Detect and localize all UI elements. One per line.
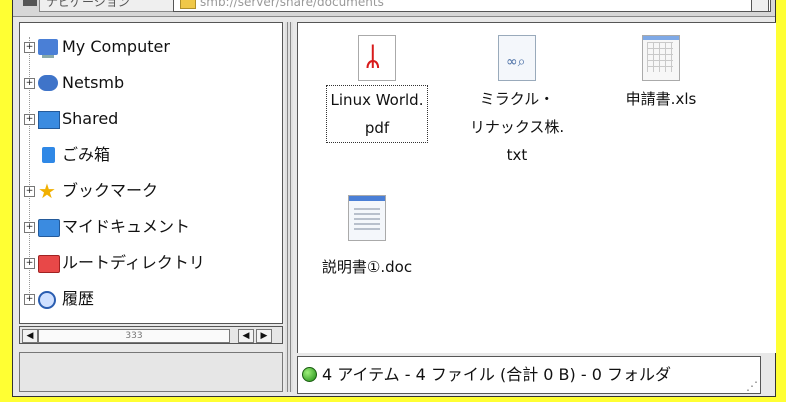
file-name-selected: Linux World. pdf	[325, 85, 429, 143]
sidebar-item-trash[interactable]: ごみ箱	[20, 143, 280, 167]
sidebar-item-bookmarks[interactable]: + ★ ブックマーク	[20, 179, 280, 203]
file-name-line: Linux World.	[330, 91, 424, 109]
pdf-icon: ᛦ	[358, 35, 396, 81]
expander-icon[interactable]: +	[24, 114, 35, 125]
location-mode-button[interactable]: ナビゲーション	[39, 0, 177, 12]
network-icon	[38, 75, 58, 91]
file-name-line: 説明書①.doc	[321, 258, 413, 276]
scroll-right-button[interactable]: ▶	[256, 329, 272, 343]
resize-grip-icon[interactable]	[746, 379, 758, 393]
sidebar-tree[interactable]: + My Computer + Netsmb + Shared ごみ箱 + ★ …	[19, 22, 283, 324]
expander-icon[interactable]: +	[24, 222, 35, 233]
document-icon	[348, 195, 386, 241]
shared-folder-icon	[38, 111, 60, 129]
computer-icon	[38, 39, 58, 58]
location-clear-button[interactable]	[751, 0, 769, 12]
sidebar-bottom-panel	[19, 352, 283, 392]
location-path: smb://server/share/documents	[200, 0, 384, 9]
file-name-line: pdf	[364, 119, 390, 137]
sidebar-item-my-computer[interactable]: + My Computer	[20, 35, 280, 59]
folder-icon	[180, 0, 196, 9]
sidebar-item-label: ブックマーク	[62, 181, 159, 200]
status-bar: 4 アイテム - 4 ファイル (合計 0 B) - 0 フォルダ	[297, 356, 761, 394]
expander-icon[interactable]: +	[24, 42, 35, 53]
sidebar-item-label: ルートディレクトリ	[62, 253, 205, 272]
expander-icon[interactable]: +	[24, 294, 35, 305]
file-item-doc[interactable]: 説明書①.doc	[302, 195, 432, 281]
file-item-pdf[interactable]: ᛦ Linux World. pdf	[312, 35, 442, 143]
folder-red-icon	[38, 255, 60, 273]
file-name: ミラクル・ リナックス株. txt	[452, 85, 582, 169]
file-view[interactable]: ᛦ Linux World. pdf ∞⌕ ミラクル・ リナックス株. txt …	[297, 22, 776, 353]
file-manager-window: ナビゲーション smb://server/share/documents + M…	[12, 0, 776, 397]
spreadsheet-icon	[642, 35, 680, 81]
sidebar-item-history[interactable]: + 履歴	[20, 287, 280, 311]
trash-icon	[42, 147, 55, 163]
scroll-left-button-secondary[interactable]: ◀	[238, 329, 254, 343]
expander-icon[interactable]: +	[24, 78, 35, 89]
folder-icon	[38, 219, 60, 237]
sidebar-item-label: My Computer	[62, 37, 170, 56]
sidebar-item-label: マイドキュメント	[62, 217, 191, 236]
file-name-line: txt	[506, 146, 528, 164]
file-item-txt[interactable]: ∞⌕ ミラクル・ リナックス株. txt	[452, 35, 582, 169]
sidebar-item-label: Shared	[62, 109, 119, 128]
file-name: 説明書①.doc	[302, 253, 432, 281]
location-bar: ナビゲーション smb://server/share/documents	[13, 0, 775, 17]
sidebar-item-root-directory[interactable]: + ルートディレクトリ	[20, 251, 280, 275]
frame-left	[0, 0, 12, 402]
location-field[interactable]: smb://server/share/documents	[173, 0, 771, 12]
scroll-thumb[interactable]: 333	[38, 329, 230, 343]
navigation-icon	[23, 0, 37, 6]
sidebar-item-label: Netsmb	[62, 73, 125, 92]
status-text: 4 アイテム - 4 ファイル (合計 0 B) - 0 フォルダ	[322, 365, 671, 384]
history-icon	[38, 291, 56, 309]
file-name: 申請書.xls	[596, 85, 726, 113]
sidebar-item-label: ごみ箱	[62, 145, 111, 164]
file-name-line: 申請書.xls	[625, 90, 697, 108]
pane-splitter[interactable]	[285, 22, 293, 392]
expander-icon[interactable]: +	[24, 186, 35, 197]
file-name-line: ミラクル・	[479, 90, 555, 108]
expander-icon[interactable]: +	[24, 258, 35, 269]
sidebar-item-shared[interactable]: + Shared	[20, 107, 280, 131]
sidebar-item-netsmb[interactable]: + Netsmb	[20, 71, 280, 95]
scroll-left-button[interactable]: ◀	[22, 329, 38, 343]
file-name-line: リナックス株.	[469, 118, 565, 136]
sidebar-item-label: 履歴	[62, 289, 95, 308]
star-icon: ★	[38, 179, 56, 203]
sidebar-horizontal-scrollbar[interactable]: ◀ 333 ◀ ▶	[19, 326, 283, 344]
text-file-icon: ∞⌕	[498, 35, 536, 81]
file-item-xls[interactable]: 申請書.xls	[596, 35, 726, 113]
sidebar-item-my-documents[interactable]: + マイドキュメント	[20, 215, 280, 239]
status-indicator-icon	[302, 367, 317, 382]
